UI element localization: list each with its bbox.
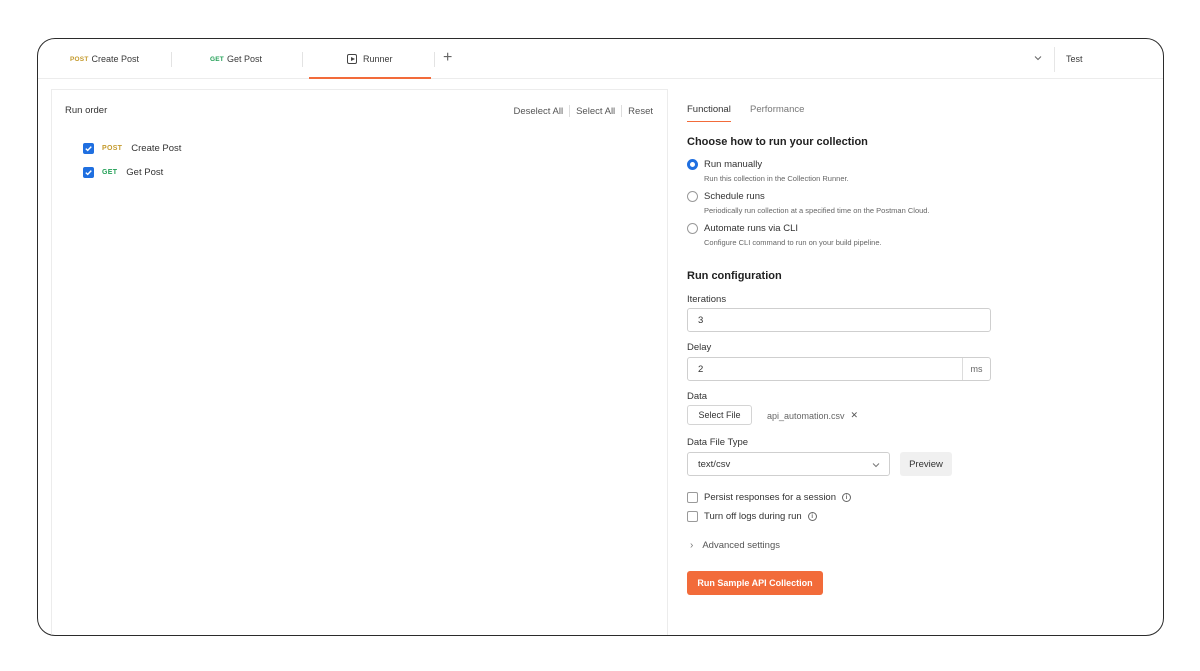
- new-tab-plus-icon[interactable]: +: [443, 49, 452, 67]
- file-name: api_automation.csv: [767, 410, 845, 421]
- reset-button[interactable]: Reset: [628, 106, 653, 117]
- data-file-type-value: text/csv: [698, 458, 731, 470]
- turn-off-logs-checkbox[interactable]: [687, 511, 698, 522]
- radio-selected-icon[interactable]: [687, 159, 698, 170]
- option-run-manually[interactable]: Run manually Run this collection in the …: [687, 159, 849, 183]
- turn-off-logs-option[interactable]: Turn off logs during run i: [687, 511, 817, 522]
- radio-unselected-icon[interactable]: [687, 223, 698, 234]
- select-all-button[interactable]: Select All: [576, 106, 615, 117]
- delay-value: 2: [698, 363, 704, 375]
- tab-divider: [434, 52, 435, 67]
- option-automate-cli[interactable]: Automate runs via CLI Configure CLI comm…: [687, 223, 882, 247]
- radio-unselected-icon[interactable]: [687, 191, 698, 202]
- turn-off-logs-label: Turn off logs during run: [704, 511, 802, 522]
- run-order-actions: Deselect All Select All Reset: [513, 105, 653, 117]
- request-name: Create Post: [131, 143, 182, 154]
- tab-create-post[interactable]: POST Create Post: [70, 39, 139, 79]
- select-file-button[interactable]: Select File: [687, 405, 752, 425]
- persist-responses-option[interactable]: Persist responses for a session i: [687, 492, 852, 503]
- run-collection-button[interactable]: Run Sample API Collection: [687, 571, 823, 595]
- iterations-input[interactable]: 3: [687, 308, 991, 332]
- chevron-right-icon: ›: [690, 540, 694, 551]
- option-label: Schedule runs: [704, 191, 765, 202]
- persist-label: Persist responses for a session: [704, 492, 837, 503]
- request-method-post: POST: [102, 145, 123, 152]
- environment-divider: [1054, 47, 1055, 72]
- tab-runner[interactable]: Runner: [309, 39, 430, 79]
- runner-play-icon: [347, 54, 357, 64]
- info-icon[interactable]: i: [842, 493, 852, 502]
- remove-file-close-icon[interactable]: ✕: [851, 410, 859, 421]
- run-configuration-heading: Run configuration: [687, 270, 782, 282]
- option-description: Configure CLI command to run on your bui…: [704, 238, 882, 247]
- tab-bar: POST Create Post GET Get Post Runner + T…: [38, 39, 1163, 79]
- request-checkbox-checked-icon[interactable]: [83, 167, 94, 178]
- option-label: Run manually: [704, 159, 763, 170]
- info-icon[interactable]: i: [807, 512, 817, 521]
- tab-label: Get Post: [226, 54, 262, 64]
- environment-chevron-down-icon[interactable]: [1032, 52, 1044, 64]
- select-chevron-down-icon: [872, 463, 880, 468]
- action-divider: [569, 105, 571, 117]
- request-row-create-post[interactable]: POST Create Post: [83, 143, 181, 154]
- tab-label: Create Post: [91, 54, 140, 64]
- environment-selector[interactable]: Test: [1066, 39, 1083, 79]
- data-file-type-label: Data File Type: [687, 437, 749, 448]
- tab-divider: [302, 52, 303, 67]
- option-description: Periodically run collection at a specifi…: [704, 206, 930, 215]
- data-file-chip: api_automation.csv ✕: [767, 410, 858, 421]
- request-name: Get Post: [126, 167, 164, 178]
- advanced-settings-toggle[interactable]: › Advanced settings: [690, 540, 780, 551]
- run-order-panel: Run order Deselect All Select All Reset …: [51, 89, 668, 635]
- app-window: POST Create Post GET Get Post Runner + T…: [37, 38, 1164, 636]
- iterations-label: Iterations: [687, 294, 727, 305]
- deselect-all-button[interactable]: Deselect All: [513, 106, 563, 117]
- persist-checkbox[interactable]: [687, 492, 698, 503]
- run-config-panel: Functional Performance Choose how to run…: [687, 89, 1147, 635]
- tab-method-get: GET: [210, 55, 224, 63]
- tab-performance[interactable]: Performance: [750, 104, 804, 115]
- request-checkbox-checked-icon[interactable]: [83, 143, 94, 154]
- advanced-settings-label: Advanced settings: [702, 540, 780, 551]
- tab-method-post: POST: [70, 55, 89, 63]
- request-method-get: GET: [102, 169, 118, 176]
- option-description: Run this collection in the Collection Ru…: [704, 174, 849, 183]
- data-label: Data: [687, 391, 708, 402]
- option-schedule-runs[interactable]: Schedule runs Periodically run collectio…: [687, 191, 930, 215]
- data-file-type-select[interactable]: text/csv: [687, 452, 890, 476]
- preview-button[interactable]: Preview: [900, 452, 952, 476]
- tab-functional[interactable]: Functional: [687, 104, 731, 122]
- request-row-get-post[interactable]: GET Get Post: [83, 167, 163, 178]
- choose-run-heading: Choose how to run your collection: [687, 136, 868, 148]
- delay-unit: ms: [962, 358, 990, 380]
- tab-divider: [171, 52, 172, 67]
- tab-get-post[interactable]: GET Get Post: [210, 39, 262, 79]
- action-divider: [621, 105, 623, 117]
- delay-input[interactable]: 2 ms: [687, 357, 991, 381]
- iterations-value: 3: [698, 314, 704, 326]
- run-order-title: Run order: [65, 105, 108, 116]
- delay-label: Delay: [687, 342, 712, 353]
- tab-label: Runner: [363, 54, 393, 64]
- option-label: Automate runs via CLI: [704, 223, 798, 234]
